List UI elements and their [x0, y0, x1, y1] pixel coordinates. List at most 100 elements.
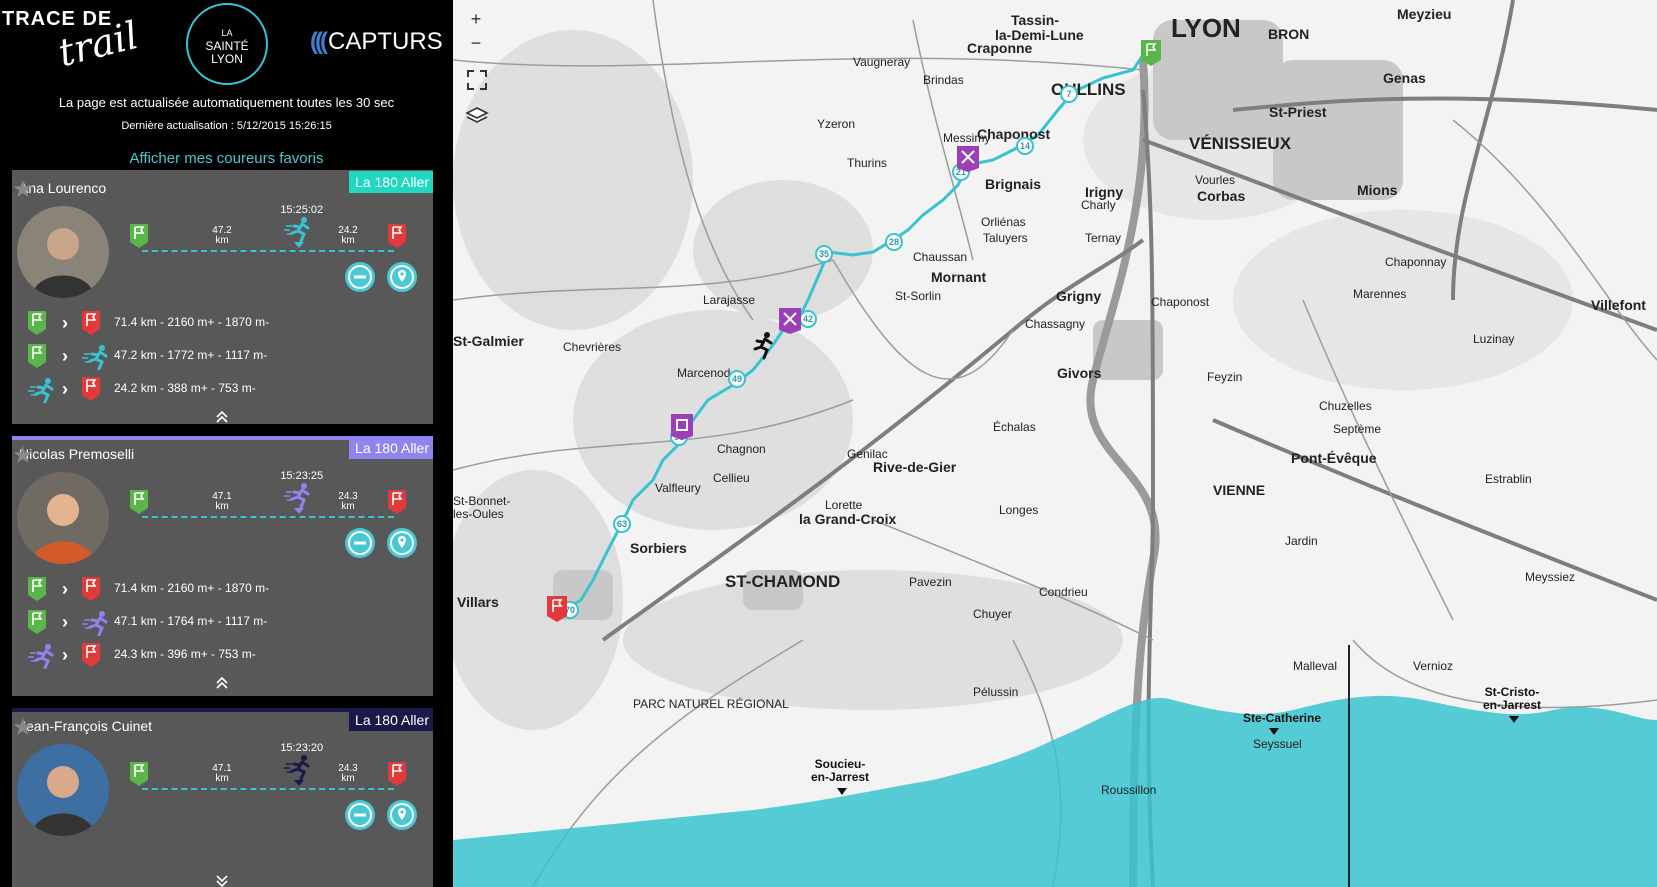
stat-text: 71.4 km - 2160 m+ - 1870 m- [114, 315, 270, 329]
chevron-right-icon: › [62, 313, 68, 333]
capturs-logo: (((CAPTURS [310, 28, 443, 55]
elevation-profile-label: St-Cristo- en-Jarrest [1483, 685, 1542, 712]
map-place-label: Seyssuel [1253, 737, 1302, 751]
start-flag-icon [130, 224, 148, 248]
map-place-label: Chaponnay [1385, 255, 1447, 269]
km-waypoint[interactable]: 7 [1060, 85, 1078, 103]
chevron-right-icon: › [62, 379, 68, 399]
map-place-label: les-Oules [453, 507, 504, 521]
map-place-label: Meyssiez [1525, 570, 1576, 584]
map-background [453, 0, 1657, 887]
stat-row: › 71.4 km - 2160 m+ - 1870 m- [28, 311, 408, 335]
runner-position-icon[interactable] [749, 330, 779, 360]
favorite-star-icon[interactable]: ★ [12, 713, 34, 742]
runner-icon [28, 643, 58, 674]
chevron-right-icon: › [62, 645, 68, 665]
locate-runner-button[interactable] [387, 800, 417, 830]
collapse-chevron-icon[interactable] [214, 410, 230, 424]
refreshment-post-icon[interactable] [957, 146, 979, 172]
map-place-label: St-Sorlin [895, 289, 942, 303]
km-waypoint[interactable]: 14 [1016, 137, 1034, 155]
remove-runner-button[interactable] [345, 262, 375, 292]
map-place-label: Tassin- [1011, 12, 1059, 28]
locate-runner-button[interactable] [387, 528, 417, 558]
map-place-label: Luzinay [1473, 332, 1515, 346]
map-place-label: BRON [1268, 26, 1310, 42]
km-waypoint[interactable]: 35 [815, 245, 833, 263]
collapse-chevron-icon[interactable] [214, 676, 230, 690]
km-waypoint[interactable]: 63 [613, 515, 631, 533]
map-place-label: Vaugneray [853, 55, 911, 69]
start-flag-icon[interactable] [1141, 40, 1161, 66]
stat-row: › 24.2 km - 388 m+ - 753 m- [28, 377, 408, 404]
map-place-label: Larajasse [703, 293, 756, 307]
elevation-profile-label: Soucieu- en-Jarrest [811, 757, 870, 784]
map-place-label: Ternay [1085, 231, 1122, 245]
runner-name[interactable]: Jean-François Cuinet [19, 718, 152, 734]
position-pointer-icon [294, 780, 305, 786]
map-place-label: St-Bonnet- [453, 494, 511, 508]
elevation-marker-icon [837, 788, 847, 795]
map-place-label: ST-CHAMOND [725, 572, 841, 591]
map-place-label: Chuyer [973, 607, 1012, 621]
map-place-label: Messimy [943, 131, 991, 145]
runner-time: 15:23:25 [280, 470, 324, 482]
map-place-label: Vourles [1195, 173, 1236, 187]
saintelyon-logo: LA SAINTÉ LYON [186, 3, 268, 85]
stat-text: 24.2 km - 388 m+ - 753 m- [114, 381, 256, 395]
map-place-label: Craponne [967, 40, 1033, 56]
map-place-label: Septème [1333, 422, 1382, 436]
refreshment-post-icon-2[interactable] [779, 308, 801, 334]
km-waypoint[interactable]: 42 [799, 310, 817, 328]
map-place-label: Valfleury [655, 481, 701, 495]
start-flag-icon [28, 311, 46, 340]
remove-runner-button[interactable] [345, 800, 375, 830]
fullscreen-icon[interactable] [465, 68, 489, 92]
stat-row: › 24.3 km - 396 m+ - 753 m- [28, 643, 408, 670]
trace-de-trail-logo: TRACE DE trail [2, 8, 143, 76]
km-waypoint[interactable]: 49 [728, 370, 746, 388]
progress-track [142, 250, 394, 252]
map-place-label: Chassagny [1025, 317, 1086, 331]
map-place-label: Corbas [1197, 188, 1246, 204]
map-place-label: Estrablin [1485, 472, 1532, 486]
km-done: 47.2 km [212, 225, 232, 246]
elevation-marker-icon [1269, 728, 1279, 735]
expand-chevron-icon[interactable] [214, 874, 230, 887]
layers-icon[interactable] [465, 104, 489, 128]
map-place-label: Mions [1357, 182, 1398, 198]
checkpoint-icon[interactable] [671, 414, 693, 440]
remove-runner-button[interactable] [345, 528, 375, 558]
runners-panel: TRACE DE trail LA SAINTÉ LYON (((CAPTURS… [0, 0, 453, 887]
chevron-right-icon: › [62, 579, 68, 599]
km-left: 24.3 km [338, 763, 358, 784]
favorite-star-icon[interactable]: ★ [12, 441, 34, 470]
favorite-star-icon[interactable]: ★ [12, 175, 34, 204]
start-flag-icon [28, 344, 46, 373]
start-flag-icon [130, 490, 148, 514]
map-place-label: Longes [999, 503, 1039, 517]
stat-row: › 71.4 km - 2160 m+ - 1870 m- [28, 577, 408, 601]
stat-text: 47.1 km - 1764 m+ - 1117 m- [114, 614, 268, 628]
km-waypoint[interactable]: 28 [885, 233, 903, 251]
refresh-notice: La page est actualisée automatiquement t… [58, 95, 395, 110]
map-place-label: Grigny [1056, 288, 1102, 304]
start-flag-icon [28, 610, 46, 639]
map-view[interactable]: + − LYON BRON Meyzieu Tassin-la-Demi-Lune Cr… [453, 0, 1657, 887]
map-place-label: Malleval [1293, 659, 1338, 673]
finish-flag-icon[interactable] [547, 596, 567, 622]
locate-runner-button[interactable] [387, 262, 417, 292]
zoom-in-button[interactable]: + [463, 8, 489, 32]
favorites-link[interactable]: Afficher mes coureurs favoris [0, 150, 453, 167]
finish-flag-icon [388, 224, 406, 248]
stat-row: › 47.1 km - 1764 m+ - 1117 m- [28, 610, 408, 637]
map-place-label: Pont-Évêque [1291, 450, 1377, 466]
finish-flag-icon [82, 643, 100, 672]
map-place-label: Chevrières [563, 340, 622, 354]
runner-icon [284, 216, 314, 243]
runner-time: 15:25:02 [280, 204, 324, 216]
runner-name[interactable]: Nicolas Premoselli [19, 446, 134, 462]
elevation-marker-icon [1509, 716, 1519, 723]
map-place-label: Condrieu [1039, 585, 1088, 599]
zoom-out-button[interactable]: − [463, 32, 489, 56]
